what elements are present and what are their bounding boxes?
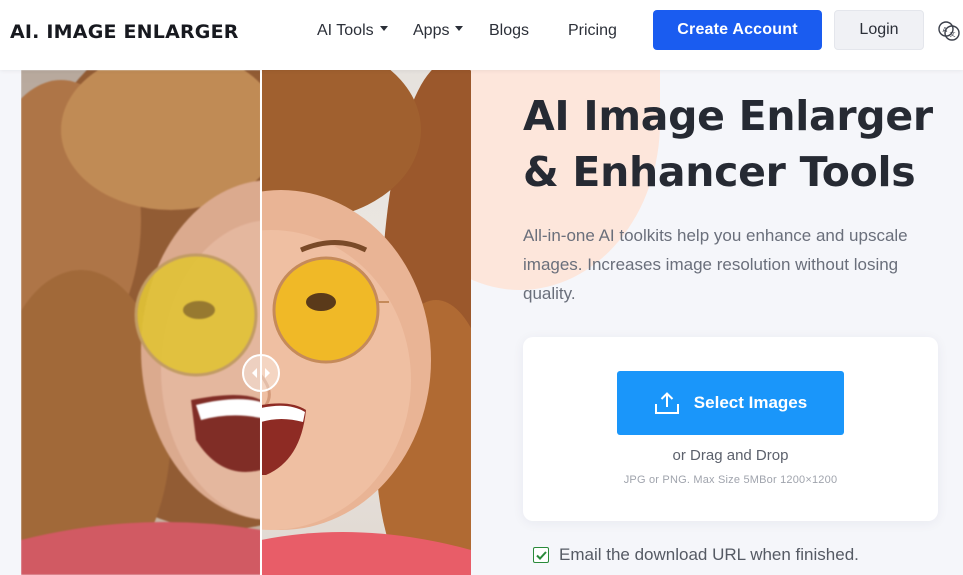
comparison-divider xyxy=(260,70,262,575)
nav-ai-tools-label: AI Tools xyxy=(317,22,374,39)
drag-drop-text: or Drag and Drop xyxy=(672,447,789,464)
email-option[interactable]: Email the download URL when finished. xyxy=(533,545,859,565)
chevron-down-icon xyxy=(379,26,388,32)
checkmark-icon xyxy=(535,550,547,560)
select-images-button[interactable]: Select Images xyxy=(617,371,844,435)
create-account-button[interactable]: Create Account xyxy=(653,10,822,50)
site-header: AI. IMAGE ENLARGER AI Tools Apps Blogs P… xyxy=(0,0,963,70)
hero-title: AI Image Enlarger & Enhancer Tools xyxy=(523,88,953,200)
comparison-slider-handle[interactable] xyxy=(242,354,280,392)
svg-text:文: 文 xyxy=(950,31,956,39)
original-image xyxy=(21,70,261,575)
nav-blogs[interactable]: Blogs xyxy=(489,22,529,40)
nav-pricing[interactable]: Pricing xyxy=(568,22,617,40)
hero-title-line1: AI Image Enlarger xyxy=(523,92,933,140)
enhanced-image xyxy=(261,70,471,575)
hero-title-line2: & Enhancer Tools xyxy=(523,148,916,196)
chevron-down-icon xyxy=(455,26,464,32)
before-after-comparison[interactable] xyxy=(21,70,471,575)
nav-apps-label: Apps xyxy=(413,22,450,39)
file-limits-text: JPG or PNG. Max Size 5MBor 1200×1200 xyxy=(623,474,838,486)
hero-description: All-in-one AI toolkits help you enhance … xyxy=(523,226,908,303)
login-button[interactable]: Login xyxy=(834,10,924,50)
email-option-label: Email the download URL when finished. xyxy=(559,545,859,564)
left-right-arrows-icon xyxy=(252,368,270,378)
translate-icon[interactable]: A 文 xyxy=(937,19,961,43)
upload-icon xyxy=(654,392,679,414)
nav-ai-tools[interactable]: AI Tools xyxy=(317,22,388,40)
svg-text:A: A xyxy=(943,26,948,34)
nav-apps[interactable]: Apps xyxy=(413,22,464,40)
email-checkbox[interactable] xyxy=(533,547,549,563)
select-images-label: Select Images xyxy=(693,393,808,412)
site-logo[interactable]: AI. IMAGE ENLARGER xyxy=(10,21,239,43)
upload-card[interactable]: Select Images or Drag and Drop JPG or PN… xyxy=(523,337,938,521)
